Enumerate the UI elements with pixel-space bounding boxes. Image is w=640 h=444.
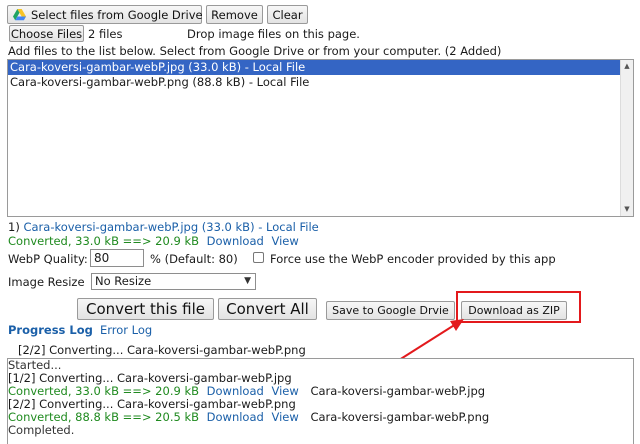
scroll-down-icon[interactable]: ▼ — [621, 203, 633, 216]
remove-button[interactable]: Remove — [206, 5, 263, 24]
file-count-text: 2 files — [88, 27, 123, 41]
select-from-google-drive-label: Select files from Google Drive — [31, 7, 203, 22]
drop-hint-text: Drop image files on this page. — [187, 27, 360, 41]
file-list-scrollbar[interactable]: ▲ ▼ — [620, 60, 633, 216]
tab-error-log[interactable]: Error Log — [100, 323, 152, 337]
log-line: Converted, 88.8 kB ==> 20.5 kB Download … — [8, 411, 633, 424]
clear-button[interactable]: Clear — [267, 5, 308, 24]
log-line: Completed. — [8, 423, 75, 437]
image-resize-label: Image Resize — [8, 275, 85, 289]
image-resize-select[interactable]: No Resize ▼ — [91, 273, 256, 290]
convert-all-label: Convert All — [226, 300, 309, 318]
select-from-google-drive-button[interactable]: Select files from Google Drive — [7, 5, 203, 24]
selected-file-info: 1) Cara-koversi-gambar-webP.jpg (33.0 kB… — [8, 220, 319, 234]
log-file-name: Cara-koversi-gambar-webP.png — [310, 410, 490, 424]
log-converted-text: Converted, 88.8 kB ==> 20.5 kB — [8, 410, 199, 424]
convert-all-button[interactable]: Convert All — [218, 298, 317, 320]
webp-quality-default: % (Default: 80) — [150, 252, 238, 266]
file-list-item[interactable]: Cara-koversi-gambar-webP.png (88.8 kB) -… — [8, 75, 633, 90]
selected-file-download-link[interactable]: Download — [207, 234, 264, 248]
force-encoder-label: Force use the WebP encoder provided by t… — [270, 252, 556, 266]
webp-quality-input[interactable]: 80 — [90, 249, 144, 267]
clear-label: Clear — [272, 7, 303, 22]
log-download-link[interactable]: Download — [207, 410, 264, 424]
file-list[interactable]: Cara-koversi-gambar-webP.jpg (33.0 kB) -… — [7, 59, 634, 217]
tab-progress-log[interactable]: Progress Log — [8, 323, 93, 337]
remove-label: Remove — [211, 7, 258, 22]
file-list-instructions: Add files to the list below. Select from… — [8, 44, 502, 58]
choose-files-label: Choose Files — [10, 26, 83, 41]
google-drive-icon — [13, 8, 26, 21]
log-view-link[interactable]: View — [271, 410, 298, 424]
log-converted-text: Converted, 33.0 kB ==> 20.9 kB — [8, 384, 199, 398]
webp-quality-label: WebP Quality: — [8, 252, 88, 266]
image-resize-value: No Resize — [95, 274, 152, 288]
selected-file-result: Converted, 33.0 kB ==> 20.9 kB Download … — [8, 234, 299, 248]
selected-file-view-link[interactable]: View — [271, 234, 298, 248]
selected-file-converted: Converted, 33.0 kB ==> 20.9 kB — [8, 234, 199, 248]
current-log-status: [2/2] Converting... Cara-koversi-gambar-… — [18, 343, 306, 357]
convert-this-file-label: Convert this file — [85, 300, 206, 318]
force-encoder-checkbox[interactable] — [253, 252, 264, 263]
chevron-down-icon: ▼ — [244, 276, 251, 286]
selected-file-name[interactable]: Cara-koversi-gambar-webP.jpg (33.0 kB) -… — [23, 220, 318, 234]
log-view-link[interactable]: View — [271, 384, 298, 398]
file-list-item[interactable]: Cara-koversi-gambar-webP.jpg (33.0 kB) -… — [8, 60, 621, 75]
scroll-up-icon[interactable]: ▲ — [621, 60, 633, 73]
convert-this-file-button[interactable]: Convert this file — [77, 298, 214, 320]
annotation-highlight-box — [456, 291, 581, 323]
progress-log-box[interactable]: Started... [1/2] Converting... Cara-kove… — [7, 358, 634, 444]
selected-file-index: 1) — [8, 220, 20, 234]
choose-files-button[interactable]: Choose Files — [9, 25, 84, 42]
log-file-name: Cara-koversi-gambar-webP.jpg — [310, 384, 486, 398]
log-download-link[interactable]: Download — [207, 384, 264, 398]
